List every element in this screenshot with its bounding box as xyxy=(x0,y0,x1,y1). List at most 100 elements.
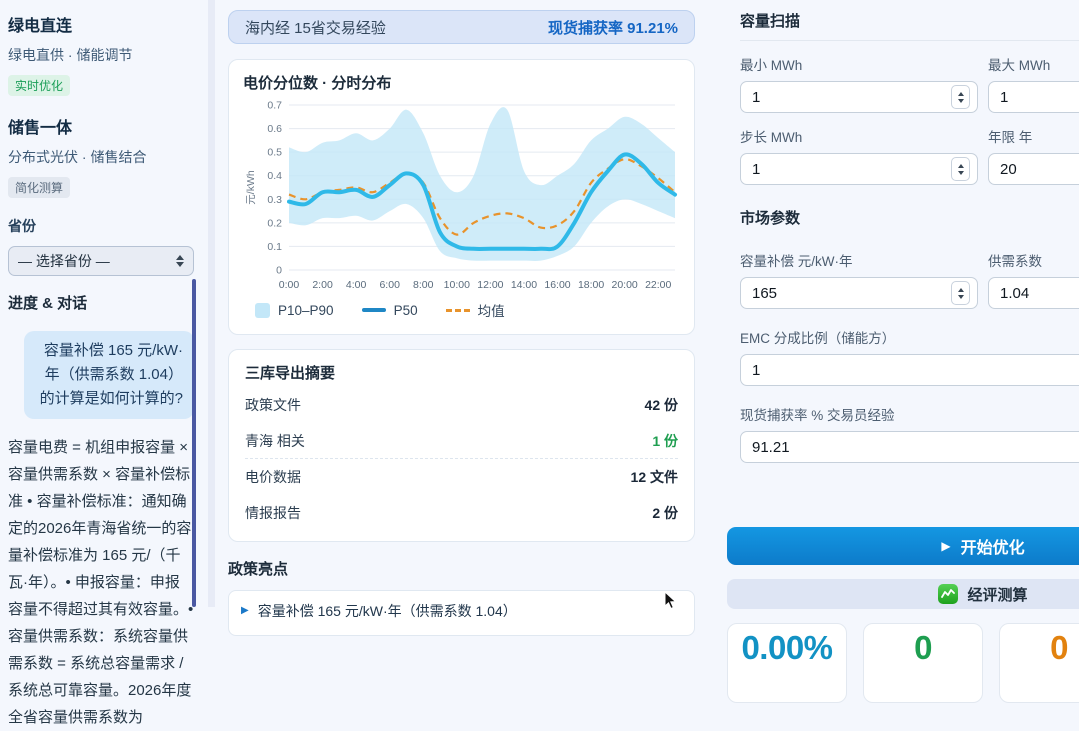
stat-card-irr: 0.00% xyxy=(727,623,847,703)
legend-item-p50: P50 xyxy=(362,303,418,318)
province-select-value: — 选择省份 — xyxy=(18,251,110,271)
svg-text:10:00: 10:00 xyxy=(444,279,470,291)
summary-rows: 政策文件 42 份 青海 相关 1 份 电价数据 12 文件 情报报告 2 份 xyxy=(245,387,678,531)
parameters-panel: 容量扫描 最小 MWh 1 最大 MWh 1 步长 MWh 1 年限 年 2 xyxy=(712,0,1079,703)
province-select[interactable]: — 选择省份 — xyxy=(8,246,194,276)
stat-card-green: 0 xyxy=(863,623,983,703)
svg-text:4:00: 4:00 xyxy=(346,279,367,291)
emc-ratio-label: EMC 分成比例（储能方） xyxy=(740,327,1079,347)
mode-title: 绿电直连 xyxy=(8,12,194,36)
input-value: 1 xyxy=(752,362,760,379)
legend-label: P10–P90 xyxy=(278,303,334,318)
mode-subtitle: 分布式光伏 · 储售结合 xyxy=(8,147,194,167)
step-mwh-label: 步长 MWh xyxy=(740,126,978,146)
banner-text: 海内经 15省交易经验 xyxy=(245,17,386,38)
stat-card-orange: 0 xyxy=(999,623,1079,703)
years-input[interactable]: 20 xyxy=(988,153,1079,185)
svg-text:0:00: 0:00 xyxy=(279,279,300,291)
svg-text:22:00: 22:00 xyxy=(645,279,671,291)
input-value: 165 xyxy=(752,285,777,302)
svg-text:0.7: 0.7 xyxy=(267,100,282,112)
mode-subtitle: 绿电直供 · 储能调节 xyxy=(8,45,194,65)
row-value: 2 份 xyxy=(652,503,678,523)
row-value: 1 份 xyxy=(652,431,678,451)
policy-highlight-item[interactable]: ▶ 容量补偿 165 元/kW·年（供需系数 1.04） xyxy=(228,590,695,636)
price-percentile-card: 电价分位数 · 分时分布 00.10.20.30.40.50.60.7元/kWh… xyxy=(228,59,695,335)
summary-row-policy-files: 政策文件 42 份 xyxy=(245,387,678,423)
chat-heading: 进度 & 对话 xyxy=(8,292,194,313)
sidebar: 绿电直连 绿电直供 · 储能调节 实时优化 储售一体 分布式光伏 · 储售结合 … xyxy=(8,12,194,731)
row-label: 情报报告 xyxy=(245,503,301,523)
svg-text:0.3: 0.3 xyxy=(267,194,282,206)
svg-text:2:00: 2:00 xyxy=(312,279,333,291)
svg-text:12:00: 12:00 xyxy=(477,279,503,291)
legend-item-mean: 均值 xyxy=(446,300,505,320)
province-label: 省份 xyxy=(8,216,194,236)
max-mwh-input[interactable]: 1 xyxy=(988,81,1079,113)
capture-rate-badge: 现货捕获率 91.21% xyxy=(548,17,678,38)
chat-scrollbar[interactable] xyxy=(192,279,196,607)
summary-row-intel-reports: 情报报告 2 份 xyxy=(245,495,678,531)
row-label: 电价数据 xyxy=(245,467,301,487)
min-mwh-label: 最小 MWh xyxy=(740,54,978,74)
stats-row: 0.00% 0 0 xyxy=(727,623,1079,703)
expand-arrow-icon: ▶ xyxy=(241,606,249,616)
market-params-heading: 市场参数 xyxy=(740,207,1079,237)
svg-text:0.2: 0.2 xyxy=(267,217,282,229)
mode-storage-sale[interactable]: 储售一体 分布式光伏 · 储售结合 简化测算 xyxy=(8,114,194,198)
svg-text:0: 0 xyxy=(276,265,282,277)
stepper-icon[interactable] xyxy=(951,85,970,109)
svg-text:6:00: 6:00 xyxy=(379,279,400,291)
capture-rate-input[interactable]: 91.21 xyxy=(740,431,1079,463)
svg-text:20:00: 20:00 xyxy=(612,279,638,291)
simplified-badge: 简化测算 xyxy=(8,177,70,198)
summary-title: 三库导出摘要 xyxy=(245,362,678,383)
input-value: 1 xyxy=(752,89,760,106)
stepper-icon[interactable] xyxy=(951,281,970,305)
svg-text:0.1: 0.1 xyxy=(267,241,282,253)
svg-text:0.5: 0.5 xyxy=(267,147,282,159)
stepper-icon[interactable] xyxy=(951,157,970,181)
user-chat-bubble: 容量补偿 165 元/kW·年（供需系数 1.04）的计算是如何计算的? xyxy=(24,331,194,419)
step-mwh-input[interactable]: 1 xyxy=(740,153,978,185)
emc-ratio-input[interactable]: 1 xyxy=(740,354,1079,386)
min-mwh-input[interactable]: 1 xyxy=(740,81,978,113)
main-column: 海内经 15省交易经验 现货捕获率 91.21% 电价分位数 · 分时分布 00… xyxy=(228,0,695,636)
supply-demand-input[interactable]: 1.04 xyxy=(988,277,1079,309)
band-swatch-icon xyxy=(255,303,270,318)
svg-text:14:00: 14:00 xyxy=(511,279,537,291)
row-label: 政策文件 xyxy=(245,395,301,415)
legend-label: P50 xyxy=(394,303,418,318)
input-value: 91.21 xyxy=(752,439,790,456)
start-optimization-button[interactable]: ▶ 开始优化 xyxy=(727,527,1079,565)
price-percentile-chart: 00.10.20.30.40.50.60.7元/kWh0:002:004:006… xyxy=(243,99,680,294)
policy-highlights-heading: 政策亮点 xyxy=(228,558,695,579)
export-summary-card: 三库导出摘要 政策文件 42 份 青海 相关 1 份 电价数据 12 文件 情报… xyxy=(228,349,695,542)
capacity-scan-heading: 容量扫描 xyxy=(740,10,1079,41)
summary-row-qinghai: 青海 相关 1 份 xyxy=(245,423,678,459)
capacity-comp-input[interactable]: 165 xyxy=(740,277,978,309)
row-value: 42 份 xyxy=(645,395,678,415)
realtime-badge: 实时优化 xyxy=(8,75,70,96)
row-label: 青海 相关 xyxy=(245,431,305,451)
input-value: 1 xyxy=(1000,89,1008,106)
stat-value: 0 xyxy=(1050,629,1068,702)
stat-value: 0.00% xyxy=(741,629,832,702)
input-value: 20 xyxy=(1000,161,1017,178)
summary-row-price-data: 电价数据 12 文件 xyxy=(245,459,678,495)
legend-item-band: P10–P90 xyxy=(255,303,334,318)
input-value: 1 xyxy=(752,161,760,178)
experience-banner: 海内经 15省交易经验 现货捕获率 91.21% xyxy=(228,10,695,44)
supply-demand-label: 供需系数 xyxy=(988,250,1079,270)
svg-text:0.4: 0.4 xyxy=(267,170,282,182)
stat-value: 0 xyxy=(914,629,932,702)
eco-button-label: 经评测算 xyxy=(967,584,1027,605)
assistant-chat-message: 容量电费 = 机组申报容量 × 容量供需系数 × 容量补偿标准 • 容量补偿标准… xyxy=(8,434,194,731)
input-value: 1.04 xyxy=(1000,285,1029,302)
economic-evaluation-button[interactable]: 经评测算 xyxy=(727,579,1079,609)
select-caret-icon xyxy=(176,255,184,267)
mode-green-direct[interactable]: 绿电直连 绿电直供 · 储能调节 实时优化 xyxy=(8,12,194,96)
line-swatch-icon xyxy=(362,308,386,312)
start-button-label: 开始优化 xyxy=(961,534,1025,558)
svg-text:元/kWh: 元/kWh xyxy=(245,170,257,205)
